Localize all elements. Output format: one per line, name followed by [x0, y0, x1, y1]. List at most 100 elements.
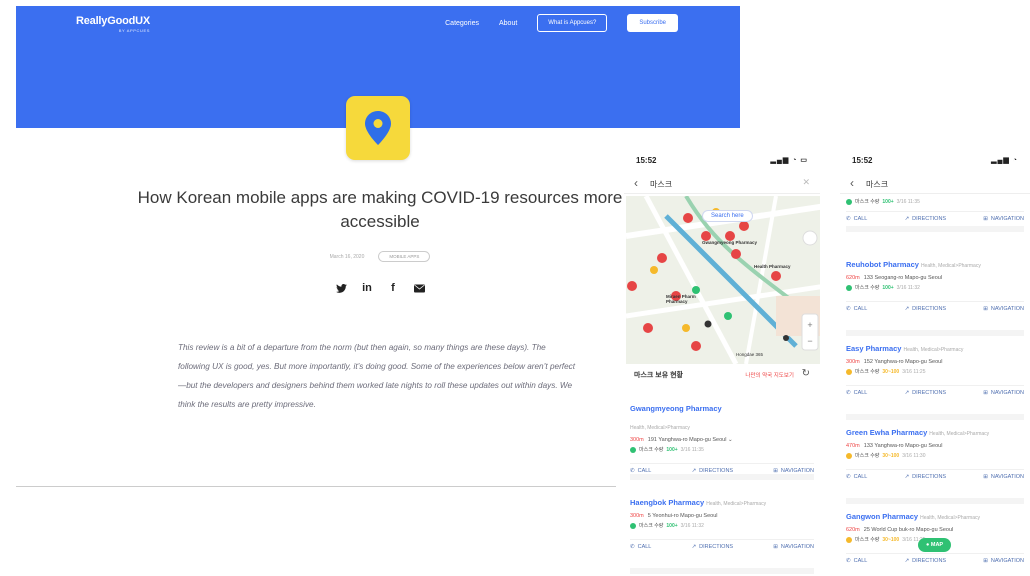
directions-button[interactable]: ↗ DIRECTIONS [692, 468, 734, 474]
pharmacy-name[interactable]: Green Ewha Pharmacy [846, 428, 927, 437]
stock-level: 30~100 [882, 536, 900, 543]
logo-text: ReallyGoodUX [76, 15, 151, 27]
call-button[interactable]: ✆ CALL [630, 468, 651, 474]
pharmacy-card[interactable]: Easy Pharmacy Health, Medical>Pharmacy 30… [846, 338, 1024, 420]
status-bar: 15:52 ▂▄▆ ◔ [852, 156, 1018, 168]
map-label-miraen: Miraen Pharm Pharmacy [666, 294, 696, 304]
call-button[interactable]: ✆ CALL [846, 558, 867, 564]
directions-button[interactable]: ↗ DIRECTIONS [905, 474, 947, 480]
pharmacy-name[interactable]: Reuhobot Pharmacy [846, 260, 919, 269]
navigation-button[interactable]: ⊞ NAVIGATION [983, 474, 1024, 480]
stock-indicator-dot [846, 536, 852, 543]
stock-label: 마스크 수량 [639, 523, 664, 529]
chevron-down-icon[interactable]: ⌄ [728, 437, 733, 443]
pharmacy-card[interactable]: Gwangmyeong Pharmacy Health, Medical>Pha… [630, 398, 814, 480]
pharmacy-address-line: 470m 133 Yanghwa-ro Mapo-gu Seoul [846, 443, 1024, 449]
email-icon[interactable] [413, 282, 425, 294]
card-actions: ✆ CALL ↗ DIRECTIONS ⊞ NAVIGATION [846, 301, 1024, 316]
pharmacy-address-line: 300m 152 Yanghwa-ro Mapo-gu Seoul [846, 359, 1024, 365]
navigation-button[interactable]: ⊞ NAVIGATION [773, 544, 814, 550]
directions-label: DIRECTIONS [912, 558, 947, 564]
pharmacy-name[interactable]: Haengbok Pharmacy [630, 498, 704, 507]
pharmacy-address-line: 620m 25 World Cup buk-ro Mapo-gu Seoul [846, 527, 1024, 533]
call-label: CALL [637, 468, 652, 474]
signal-battery-icon: ▂▄▆ ◔ ▭ [770, 157, 808, 164]
directions-button[interactable]: ↗ DIRECTIONS [905, 306, 947, 312]
pharmacy-name[interactable]: Easy Pharmacy [846, 344, 901, 353]
facebook-icon[interactable]: f [387, 282, 399, 294]
pharmacy-name[interactable]: Gangwon Pharmacy [846, 512, 918, 521]
svg-text:−: − [807, 336, 812, 346]
navigation-icon: ⊞ [773, 544, 778, 550]
pharmacy-category: Health, Medical>Pharmacy [920, 263, 981, 269]
stock-time: 3/16 11:25 [902, 368, 926, 375]
nav-about[interactable]: About [499, 20, 517, 27]
stock-time: 3/16 11:30 [902, 452, 926, 459]
search-header: ‹ 마스크 ✕ [624, 174, 820, 194]
navigation-button[interactable]: ⊞ NAVIGATION [773, 468, 814, 474]
stock-label: 마스크 수량 [855, 453, 880, 459]
call-button[interactable]: ✆ CALL [846, 216, 867, 222]
top-nav: Categories About What is Appcues? Subscr… [445, 12, 678, 34]
map-view[interactable]: + − Search here Gwangmyeong Pharmacy Hea… [626, 196, 820, 364]
stock-time: 3/16 11:35 [896, 198, 920, 205]
stock-label: 마스크 수량 [855, 199, 880, 205]
stock-level: 30~100 [882, 368, 900, 375]
refresh-icon[interactable]: ↻ [802, 368, 810, 379]
pharmacy-card[interactable]: Reuhobot Pharmacy Health, Medical>Pharmac… [846, 254, 1024, 336]
search-query[interactable]: 마스크 [866, 179, 888, 190]
navigation-icon: ⊞ [983, 390, 988, 396]
pharmacy-distance: 620m [846, 527, 860, 533]
card-actions: ✆ CALL ↗ DIRECTIONS ⊞ NAVIGATION [630, 463, 814, 478]
pharmacy-card[interactable]: Green Ewha Pharmacy Health, Medical>Pharm… [846, 422, 1024, 504]
call-button[interactable]: ✆ CALL [846, 306, 867, 312]
twitter-icon[interactable] [335, 282, 347, 294]
subscribe-button[interactable]: Subscribe [627, 14, 678, 32]
linkedin-icon[interactable]: in [361, 282, 373, 294]
call-button[interactable]: ✆ CALL [846, 474, 867, 480]
pharmacy-card[interactable]: Haengbok Pharmacy Health, Medical>Pharmac… [630, 492, 814, 574]
navigation-button[interactable]: ⊞ NAVIGATION [983, 558, 1024, 564]
pharmacy-name[interactable]: Gwangmyeong Pharmacy [630, 404, 722, 413]
search-header: ‹ 마스크 [840, 174, 1030, 194]
call-button[interactable]: ✆ CALL [846, 390, 867, 396]
site-logo[interactable]: ReallyGoodUX BY APPCUES [76, 15, 150, 33]
stock-time: 3/16 11:32 [680, 522, 704, 529]
navigation-button[interactable]: ⊞ NAVIGATION [983, 390, 1024, 396]
directions-button[interactable]: ↗ DIRECTIONS [905, 390, 947, 396]
directions-button[interactable]: ↗ DIRECTIONS [905, 558, 947, 564]
map-toggle-button[interactable]: ● MAP [918, 538, 952, 552]
pharmacy-distance: 300m [846, 359, 860, 365]
directions-icon: ↗ [904, 558, 910, 564]
navigation-label: NAVIGATION [990, 558, 1024, 564]
directions-icon: ↗ [691, 468, 697, 474]
pharmacy-address: 5 Yeonhui-ro Mapo-gu Seoul [647, 513, 718, 519]
map-search-here-button[interactable]: Search here [702, 210, 753, 222]
pharmacy-card-partial[interactable]: 마스크 수량 100+ 3/16 11:35 ✆ CALL ↗ DIRECTIONS… [846, 196, 1024, 232]
call-button[interactable]: ✆ CALL [630, 544, 651, 550]
back-icon[interactable]: ‹ [850, 176, 854, 190]
close-icon[interactable]: ✕ [802, 177, 810, 188]
navigation-label: NAVIGATION [780, 544, 814, 550]
navigation-button[interactable]: ⊞ NAVIGATION [983, 216, 1024, 222]
directions-button[interactable]: ↗ DIRECTIONS [692, 544, 734, 550]
call-label: CALL [637, 544, 652, 550]
directions-label: DIRECTIONS [912, 474, 947, 480]
call-label: CALL [853, 390, 868, 396]
card-actions: ✆ CALL ↗ DIRECTIONS ⊞ NAVIGATION [846, 469, 1024, 484]
navigation-button[interactable]: ⊞ NAVIGATION [983, 306, 1024, 312]
search-query[interactable]: 마스크 [650, 179, 672, 190]
phone-screen-list: 15:52 ▂▄▆ ◔ ‹ 마스크 마스크 수량 100+ 3/16 11:35… [840, 150, 1030, 576]
back-icon[interactable]: ‹ [634, 176, 638, 190]
directions-button[interactable]: ↗ DIRECTIONS [905, 216, 947, 222]
pharmacy-category: Health, Medical>Pharmacy [903, 347, 964, 353]
what-is-appcues-button[interactable]: What is Appcues? [537, 14, 608, 32]
article-tag[interactable]: MOBILE APPS [378, 251, 431, 262]
stock-time: 3/16 11:35 [680, 446, 704, 453]
share-bar: in f [330, 282, 430, 294]
nav-categories[interactable]: Categories [445, 20, 479, 27]
phone-icon: ✆ [846, 474, 851, 480]
my-pharmacy-map-link[interactable]: 나만의 약국 지도보기 [745, 371, 794, 379]
article-title: How Korean mobile apps are making COVID-… [137, 188, 623, 231]
stock-label: 마스크 수량 [855, 537, 880, 543]
